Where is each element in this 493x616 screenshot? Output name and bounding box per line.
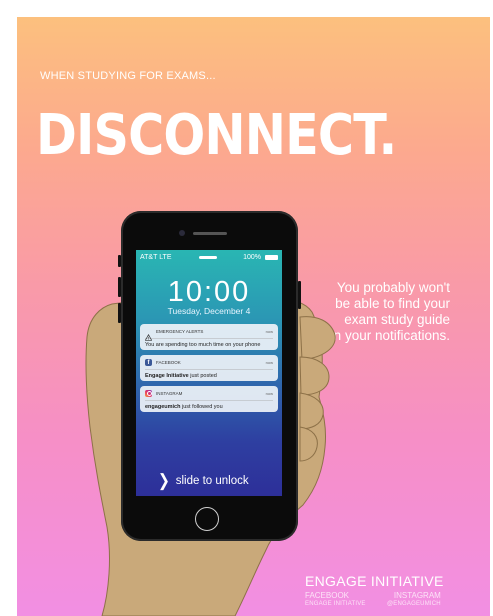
home-button[interactable] [195, 507, 219, 531]
facebook-icon: f [145, 358, 152, 366]
lock-date: Tuesday, December 4 [167, 306, 251, 316]
notification-sender: Engage Initiative [145, 373, 189, 379]
notification-sender: engageumich [145, 404, 181, 410]
slide-to-unlock[interactable]: ❯ slide to unlock [158, 470, 249, 490]
instagram-icon [145, 389, 152, 397]
notification-facebook[interactable]: f FACEBOOK now Engage Initiative just po… [140, 355, 278, 381]
instagram-handle: @ENGAGEUMICH [387, 601, 441, 607]
lock-screen: AT&T LTE 100% 10:00 Tuesday, December 4 … [136, 250, 282, 496]
notification-app: INSTAGRAM [156, 390, 183, 396]
notification-text: You are spending too much time on your p… [145, 338, 273, 348]
lock-time: 10:00 [167, 276, 251, 308]
notification-message: just posted [188, 373, 217, 379]
notification-time: now [265, 359, 273, 365]
warning-icon [144, 328, 153, 341]
power-button [298, 281, 301, 309]
carrier-label: AT&T LTE [140, 254, 172, 261]
notification-message: just followed you [180, 404, 223, 410]
notification-time: now [265, 328, 273, 334]
chevron-right-icon: ❯ [158, 470, 170, 490]
volume-up-button [118, 277, 121, 297]
status-pill [199, 256, 217, 259]
notification-instagram[interactable]: INSTAGRAM now engageumich just followed … [140, 386, 278, 412]
mute-switch [118, 255, 121, 267]
notification-app: EMERGENCY ALERTS [156, 328, 204, 334]
notification-text: Engage Initiative just posted [145, 369, 273, 379]
battery-percent: 100% [243, 254, 261, 261]
footer-facebook: FACEBOOK ENGAGE INITIATIVE [305, 591, 366, 608]
phone: AT&T LTE 100% 10:00 Tuesday, December 4 … [118, 211, 301, 541]
facebook-label: FACEBOOK [305, 591, 350, 600]
footer-instagram: INSTAGRAM @ENGAGEUMICH [387, 591, 441, 608]
notification-time: now [265, 390, 273, 396]
footer-brand: ENGAGE INITIATIVE [305, 573, 444, 589]
status-bar: AT&T LTE 100% [136, 254, 282, 264]
battery-icon [265, 255, 278, 260]
poster: WHEN STUDYING FOR EXAMS... DISCONNECT. Y… [17, 17, 490, 616]
notification-text: engageumich just followed you [145, 400, 273, 410]
earpiece-speaker [193, 232, 227, 235]
instagram-label: INSTAGRAM [393, 591, 441, 600]
facebook-handle: ENGAGE INITIATIVE [305, 601, 366, 607]
unlock-label: slide to unlock [175, 474, 249, 487]
notification-app: FACEBOOK [156, 359, 181, 365]
front-camera [179, 230, 185, 236]
volume-down-button [118, 303, 121, 323]
notification-emergency[interactable]: EMERGENCY ALERTS now You are spending to… [140, 324, 278, 350]
